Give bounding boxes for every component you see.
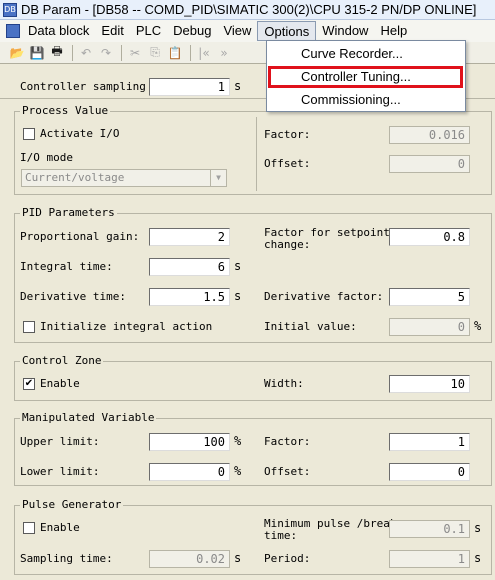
window-title: DB Param - [DB58 -- COMD_PID\SIMATIC 300…	[21, 2, 477, 17]
io-mode-label: I/O mode	[20, 151, 73, 164]
mv-factor-field[interactable]: 1	[389, 433, 470, 451]
open-icon[interactable]: 📂	[8, 44, 26, 62]
menu-item-curve-recorder[interactable]: Curve Recorder...	[267, 43, 465, 65]
menu-window[interactable]: Window	[316, 21, 374, 41]
redo-icon[interactable]: ↷	[97, 44, 115, 62]
chevron-down-icon: ▼	[210, 170, 226, 186]
upper-limit-label: Upper limit:	[20, 435, 100, 448]
paste-icon[interactable]: 📋	[166, 44, 184, 62]
initialize-integral-checkbox[interactable]	[23, 321, 35, 333]
upper-limit-field[interactable]: 100	[149, 433, 230, 451]
proportional-gain-label: Proportional gain:	[20, 230, 140, 243]
initial-value-field[interactable]: 0	[389, 318, 470, 336]
controller-sampling-field[interactable]: 1	[149, 78, 230, 96]
control-zone-enable-label: Enable	[40, 377, 80, 390]
sampling-time-field[interactable]: 0.02	[149, 550, 230, 568]
initial-value-unit: %	[474, 319, 482, 333]
activate-io-checkbox[interactable]	[23, 128, 35, 140]
db-param-icon: DB	[3, 2, 17, 17]
period-field[interactable]: 1	[389, 550, 470, 568]
mv-factor-label: Factor:	[264, 435, 311, 448]
menu-data-block[interactable]: Data block	[22, 21, 95, 41]
group-divider	[256, 117, 257, 191]
title-bar: DB DB Param - [DB58 -- COMD_PID\SIMATIC …	[0, 0, 495, 20]
manipulated-variable-title: Manipulated Variable	[20, 411, 157, 424]
document-icon[interactable]	[6, 24, 20, 38]
toolbar-separator	[121, 44, 122, 61]
menu-view[interactable]: View	[217, 21, 257, 41]
derivative-time-unit: s	[234, 289, 242, 303]
controller-sampling-label: Controller sampling	[20, 80, 146, 93]
proportional-gain-field[interactable]: 2	[149, 228, 230, 246]
parameter-panel: Controller sampling 1 s Process Value Ac…	[0, 65, 495, 580]
control-zone-enable-checkbox[interactable]: ✔	[23, 378, 35, 390]
menu-edit[interactable]: Edit	[95, 21, 129, 41]
period-unit: s	[474, 551, 482, 565]
mv-offset-label: Offset:	[264, 465, 311, 478]
toolbar-separator	[72, 44, 73, 61]
factor-setpoint-label-2: change:	[264, 238, 311, 251]
controller-sampling-unit: s	[234, 79, 242, 93]
min-pulse-label-2: time:	[264, 529, 298, 542]
io-mode-select[interactable]: Current/voltage ▼	[21, 169, 227, 187]
cut-icon[interactable]: ✂	[126, 44, 144, 62]
menu-options[interactable]: Options	[257, 21, 317, 41]
derivative-factor-field[interactable]: 5	[389, 288, 470, 306]
copy-icon[interactable]: ⎘	[146, 44, 164, 62]
integral-time-field[interactable]: 6	[149, 258, 230, 276]
min-pulse-unit: s	[474, 521, 482, 535]
derivative-time-field[interactable]: 1.5	[149, 288, 230, 306]
first-icon[interactable]: |«	[195, 44, 213, 62]
pid-parameters-title: PID Parameters	[20, 206, 117, 219]
lower-limit-unit: %	[234, 464, 242, 478]
control-zone-title: Control Zone	[20, 354, 104, 367]
pv-offset-label: Offset:	[264, 157, 311, 170]
factor-setpoint-field[interactable]: 0.8	[389, 228, 470, 246]
integral-time-label: Integral time:	[20, 260, 113, 273]
menu-bar: Data block Edit PLC Debug View Options W…	[0, 20, 495, 42]
menu-help[interactable]: Help	[374, 21, 413, 41]
sampling-time-unit: s	[234, 551, 242, 565]
process-value-title: Process Value	[20, 104, 111, 117]
pv-factor-field[interactable]: 0.016	[389, 126, 470, 144]
print-icon[interactable]: 🖶	[48, 44, 66, 62]
pulse-generator-title: Pulse Generator	[20, 498, 124, 511]
next-icon[interactable]: »	[215, 44, 233, 62]
pv-offset-field[interactable]: 0	[389, 155, 470, 173]
save-icon[interactable]: 💾	[28, 44, 46, 62]
activate-io-label: Activate I/O	[40, 127, 120, 140]
pulse-enable-checkbox[interactable]	[23, 522, 35, 534]
toolbar-separator	[190, 44, 191, 61]
mv-offset-field[interactable]: 0	[389, 463, 470, 481]
undo-icon[interactable]: ↶	[77, 44, 95, 62]
initialize-integral-label: Initialize integral action	[40, 320, 213, 333]
io-mode-value: Current/voltage	[25, 171, 125, 184]
pulse-enable-label: Enable	[40, 521, 80, 534]
integral-time-unit: s	[234, 259, 242, 273]
period-label: Period:	[264, 552, 311, 565]
menu-item-commissioning[interactable]: Commissioning...	[267, 89, 465, 111]
width-field[interactable]: 10	[389, 375, 470, 393]
pv-factor-label: Factor:	[264, 128, 311, 141]
derivative-time-label: Derivative time:	[20, 290, 126, 303]
initial-value-label: Initial value:	[264, 320, 357, 333]
lower-limit-label: Lower limit:	[20, 465, 100, 478]
upper-limit-unit: %	[234, 434, 242, 448]
width-label: Width:	[264, 377, 304, 390]
menu-plc[interactable]: PLC	[130, 21, 167, 41]
menu-debug[interactable]: Debug	[167, 21, 217, 41]
sampling-time-label: Sampling time:	[20, 552, 113, 565]
min-pulse-field[interactable]: 0.1	[389, 520, 470, 538]
options-dropdown: Curve Recorder... Controller Tuning... C…	[266, 40, 466, 112]
lower-limit-field[interactable]: 0	[149, 463, 230, 481]
derivative-factor-label: Derivative factor:	[264, 290, 384, 303]
menu-item-controller-tuning[interactable]: Controller Tuning...	[267, 66, 465, 88]
